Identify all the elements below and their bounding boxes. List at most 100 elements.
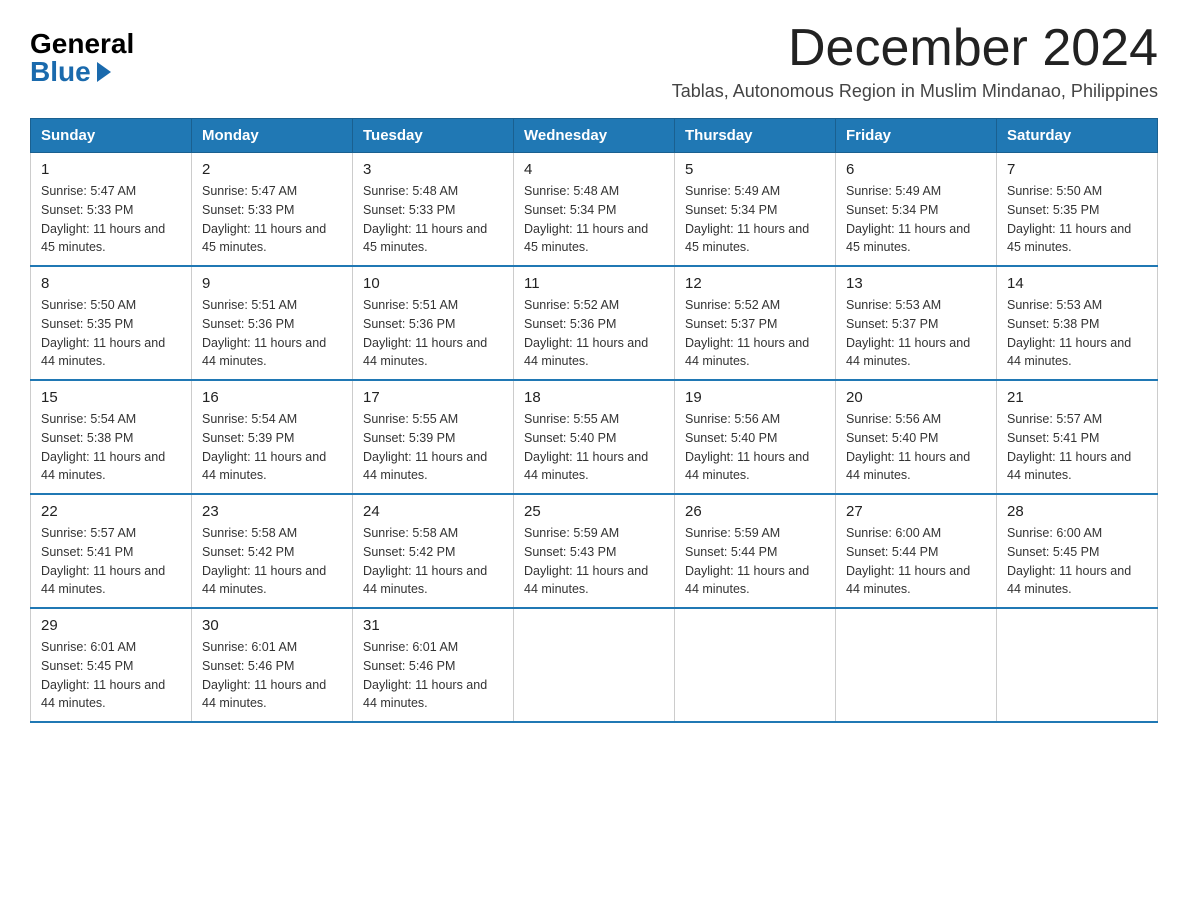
day-info: Sunrise: 5:50 AMSunset: 5:35 PMDaylight:… — [1007, 184, 1131, 254]
calendar-cell: 11 Sunrise: 5:52 AMSunset: 5:36 PMDaylig… — [514, 266, 675, 380]
calendar-cell: 5 Sunrise: 5:49 AMSunset: 5:34 PMDayligh… — [675, 153, 836, 267]
day-number: 17 — [363, 389, 503, 406]
day-info: Sunrise: 6:01 AMSunset: 5:46 PMDaylight:… — [363, 640, 487, 710]
day-number: 15 — [41, 389, 181, 406]
calendar-cell: 2 Sunrise: 5:47 AMSunset: 5:33 PMDayligh… — [192, 153, 353, 267]
day-info: Sunrise: 5:53 AMSunset: 5:37 PMDaylight:… — [846, 298, 970, 368]
day-info: Sunrise: 6:01 AMSunset: 5:45 PMDaylight:… — [41, 640, 165, 710]
calendar-cell: 22 Sunrise: 5:57 AMSunset: 5:41 PMDaylig… — [31, 494, 192, 608]
calendar-cell: 30 Sunrise: 6:01 AMSunset: 5:46 PMDaylig… — [192, 608, 353, 722]
calendar-cell: 19 Sunrise: 5:56 AMSunset: 5:40 PMDaylig… — [675, 380, 836, 494]
calendar-cell: 12 Sunrise: 5:52 AMSunset: 5:37 PMDaylig… — [675, 266, 836, 380]
calendar-body: 1 Sunrise: 5:47 AMSunset: 5:33 PMDayligh… — [31, 153, 1158, 723]
calendar-cell: 9 Sunrise: 5:51 AMSunset: 5:36 PMDayligh… — [192, 266, 353, 380]
calendar-cell: 6 Sunrise: 5:49 AMSunset: 5:34 PMDayligh… — [836, 153, 997, 267]
day-info: Sunrise: 5:58 AMSunset: 5:42 PMDaylight:… — [363, 526, 487, 596]
calendar-cell: 21 Sunrise: 5:57 AMSunset: 5:41 PMDaylig… — [997, 380, 1158, 494]
day-info: Sunrise: 5:57 AMSunset: 5:41 PMDaylight:… — [1007, 412, 1131, 482]
calendar-cell: 17 Sunrise: 5:55 AMSunset: 5:39 PMDaylig… — [353, 380, 514, 494]
calendar-week-row: 22 Sunrise: 5:57 AMSunset: 5:41 PMDaylig… — [31, 494, 1158, 608]
day-number: 3 — [363, 161, 503, 178]
month-title: December 2024 — [672, 20, 1158, 77]
day-number: 4 — [524, 161, 664, 178]
day-info: Sunrise: 5:59 AMSunset: 5:44 PMDaylight:… — [685, 526, 809, 596]
weekday-header-tuesday: Tuesday — [353, 119, 514, 153]
day-info: Sunrise: 5:58 AMSunset: 5:42 PMDaylight:… — [202, 526, 326, 596]
weekday-header-friday: Friday — [836, 119, 997, 153]
day-info: Sunrise: 5:55 AMSunset: 5:39 PMDaylight:… — [363, 412, 487, 482]
logo: General Blue — [30, 20, 134, 86]
calendar-week-row: 1 Sunrise: 5:47 AMSunset: 5:33 PMDayligh… — [31, 153, 1158, 267]
calendar-cell: 14 Sunrise: 5:53 AMSunset: 5:38 PMDaylig… — [997, 266, 1158, 380]
day-info: Sunrise: 5:54 AMSunset: 5:38 PMDaylight:… — [41, 412, 165, 482]
logo-arrow-icon — [97, 62, 111, 82]
day-info: Sunrise: 5:56 AMSunset: 5:40 PMDaylight:… — [685, 412, 809, 482]
day-number: 28 — [1007, 503, 1147, 520]
calendar-cell: 15 Sunrise: 5:54 AMSunset: 5:38 PMDaylig… — [31, 380, 192, 494]
calendar-cell: 25 Sunrise: 5:59 AMSunset: 5:43 PMDaylig… — [514, 494, 675, 608]
day-number: 22 — [41, 503, 181, 520]
day-number: 24 — [363, 503, 503, 520]
day-number: 13 — [846, 275, 986, 292]
calendar-cell: 29 Sunrise: 6:01 AMSunset: 5:45 PMDaylig… — [31, 608, 192, 722]
day-info: Sunrise: 5:49 AMSunset: 5:34 PMDaylight:… — [846, 184, 970, 254]
day-info: Sunrise: 5:59 AMSunset: 5:43 PMDaylight:… — [524, 526, 648, 596]
day-number: 20 — [846, 389, 986, 406]
logo-general-text: General — [30, 30, 134, 58]
day-info: Sunrise: 5:51 AMSunset: 5:36 PMDaylight:… — [363, 298, 487, 368]
day-info: Sunrise: 5:56 AMSunset: 5:40 PMDaylight:… — [846, 412, 970, 482]
day-number: 16 — [202, 389, 342, 406]
calendar-cell: 27 Sunrise: 6:00 AMSunset: 5:44 PMDaylig… — [836, 494, 997, 608]
calendar-cell: 28 Sunrise: 6:00 AMSunset: 5:45 PMDaylig… — [997, 494, 1158, 608]
day-number: 7 — [1007, 161, 1147, 178]
day-number: 27 — [846, 503, 986, 520]
day-number: 1 — [41, 161, 181, 178]
day-info: Sunrise: 6:00 AMSunset: 5:44 PMDaylight:… — [846, 526, 970, 596]
day-number: 8 — [41, 275, 181, 292]
calendar-cell: 24 Sunrise: 5:58 AMSunset: 5:42 PMDaylig… — [353, 494, 514, 608]
calendar-cell: 20 Sunrise: 5:56 AMSunset: 5:40 PMDaylig… — [836, 380, 997, 494]
day-number: 5 — [685, 161, 825, 178]
calendar-header: SundayMondayTuesdayWednesdayThursdayFrid… — [31, 119, 1158, 153]
day-number: 21 — [1007, 389, 1147, 406]
day-info: Sunrise: 5:55 AMSunset: 5:40 PMDaylight:… — [524, 412, 648, 482]
subtitle: Tablas, Autonomous Region in Muslim Mind… — [672, 81, 1158, 102]
day-number: 12 — [685, 275, 825, 292]
day-info: Sunrise: 5:48 AMSunset: 5:33 PMDaylight:… — [363, 184, 487, 254]
calendar-cell — [514, 608, 675, 722]
calendar-cell: 4 Sunrise: 5:48 AMSunset: 5:34 PMDayligh… — [514, 153, 675, 267]
day-info: Sunrise: 6:00 AMSunset: 5:45 PMDaylight:… — [1007, 526, 1131, 596]
weekday-header-thursday: Thursday — [675, 119, 836, 153]
calendar-week-row: 29 Sunrise: 6:01 AMSunset: 5:45 PMDaylig… — [31, 608, 1158, 722]
calendar-cell: 31 Sunrise: 6:01 AMSunset: 5:46 PMDaylig… — [353, 608, 514, 722]
calendar-cell: 23 Sunrise: 5:58 AMSunset: 5:42 PMDaylig… — [192, 494, 353, 608]
calendar-cell — [836, 608, 997, 722]
day-info: Sunrise: 5:54 AMSunset: 5:39 PMDaylight:… — [202, 412, 326, 482]
day-info: Sunrise: 6:01 AMSunset: 5:46 PMDaylight:… — [202, 640, 326, 710]
weekday-header-saturday: Saturday — [997, 119, 1158, 153]
calendar-cell: 18 Sunrise: 5:55 AMSunset: 5:40 PMDaylig… — [514, 380, 675, 494]
calendar-cell: 1 Sunrise: 5:47 AMSunset: 5:33 PMDayligh… — [31, 153, 192, 267]
weekday-header-monday: Monday — [192, 119, 353, 153]
calendar-cell: 26 Sunrise: 5:59 AMSunset: 5:44 PMDaylig… — [675, 494, 836, 608]
day-number: 29 — [41, 617, 181, 634]
day-number: 30 — [202, 617, 342, 634]
day-number: 31 — [363, 617, 503, 634]
day-number: 23 — [202, 503, 342, 520]
calendar-cell: 16 Sunrise: 5:54 AMSunset: 5:39 PMDaylig… — [192, 380, 353, 494]
day-info: Sunrise: 5:52 AMSunset: 5:37 PMDaylight:… — [685, 298, 809, 368]
calendar-cell: 3 Sunrise: 5:48 AMSunset: 5:33 PMDayligh… — [353, 153, 514, 267]
day-number: 6 — [846, 161, 986, 178]
day-number: 10 — [363, 275, 503, 292]
day-number: 9 — [202, 275, 342, 292]
day-info: Sunrise: 5:52 AMSunset: 5:36 PMDaylight:… — [524, 298, 648, 368]
day-number: 2 — [202, 161, 342, 178]
calendar-cell — [997, 608, 1158, 722]
calendar-week-row: 8 Sunrise: 5:50 AMSunset: 5:35 PMDayligh… — [31, 266, 1158, 380]
logo-blue-text: Blue — [30, 58, 111, 86]
day-info: Sunrise: 5:49 AMSunset: 5:34 PMDaylight:… — [685, 184, 809, 254]
calendar-cell — [675, 608, 836, 722]
weekday-header-wednesday: Wednesday — [514, 119, 675, 153]
day-info: Sunrise: 5:47 AMSunset: 5:33 PMDaylight:… — [202, 184, 326, 254]
calendar-cell: 8 Sunrise: 5:50 AMSunset: 5:35 PMDayligh… — [31, 266, 192, 380]
